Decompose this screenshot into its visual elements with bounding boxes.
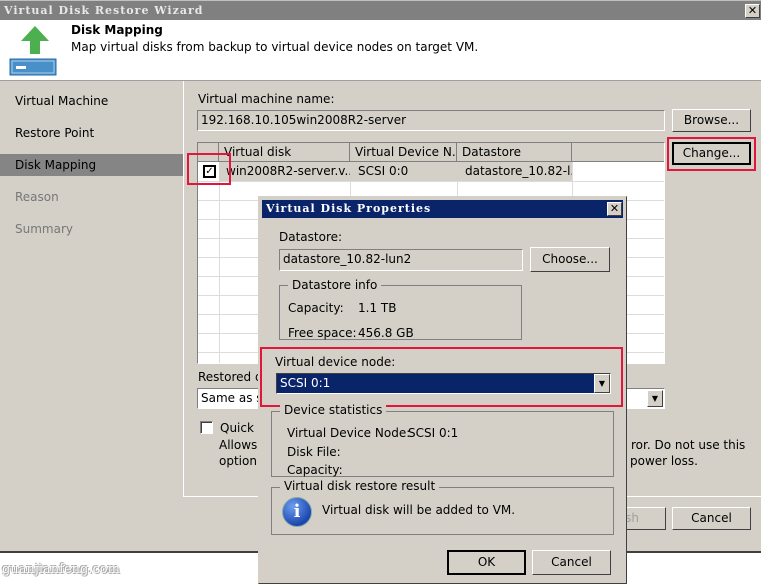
datastore-field[interactable]: datastore_10.82-lun2 (279, 249, 523, 271)
cell-virtual-disk: win2008R2-server.v... (226, 164, 350, 178)
info-icon: i (282, 497, 312, 527)
step-virtual-machine[interactable]: Virtual Machine (0, 90, 183, 112)
cell-datastore: datastore_10.82-l... (465, 164, 572, 178)
step-summary: Summary (15, 222, 73, 236)
device-node-select[interactable]: SCSI 0:1 ▼ (276, 373, 611, 394)
browse-button[interactable]: Browse... (672, 109, 751, 132)
virtual-disk-properties-dialog: Virtual Disk Properties ✕ Datastore: dat… (258, 196, 627, 584)
disk-file-label: Disk File: (287, 445, 341, 459)
close-icon: ✕ (747, 4, 758, 17)
dialog-close-button[interactable]: ✕ (607, 202, 622, 216)
background-area (627, 553, 761, 584)
device-node-stat-label: Virtual Device Node: (287, 426, 411, 440)
step-restore-point[interactable]: Restore Point (0, 122, 183, 144)
quick-rollback-desc-2-right: power loss. (630, 454, 698, 468)
device-statistics-group: Device statistics Virtual Device Node: S… (271, 403, 614, 477)
dialog-title-bar[interactable]: Virtual Disk Properties ✕ (262, 200, 623, 218)
step-reason: Reason (15, 190, 59, 204)
column-header-datastore[interactable]: Datastore (457, 143, 572, 162)
datastore-label: Datastore: (279, 230, 343, 244)
column-header-device-node[interactable]: Virtual Device N... (350, 143, 457, 162)
restore-result-group: Virtual disk restore result i Virtual di… (271, 479, 614, 535)
column-header-check[interactable] (198, 143, 219, 162)
device-node-stat-value: SCSI 0:1 (408, 426, 459, 440)
dialog-cancel-button[interactable]: Cancel (532, 550, 611, 575)
watermark: guanjianfeng.com (2, 562, 120, 577)
free-space-value: 456.8 GB (358, 326, 414, 340)
page-title: Disk Mapping (71, 23, 163, 37)
wizard-close-button[interactable]: ✕ (745, 4, 760, 18)
capacity-value: 1.1 TB (358, 301, 397, 315)
capacity-label: Capacity: (288, 301, 344, 315)
choose-button[interactable]: Choose... (530, 247, 610, 272)
quick-rollback-checkbox[interactable] (200, 421, 213, 434)
column-header-filler (572, 143, 664, 162)
vm-name-label: Virtual machine name: (198, 92, 335, 106)
step-disk-mapping[interactable]: Disk Mapping (0, 154, 183, 176)
wizard-steps-sidebar: Virtual Machine Restore Point Disk Mappi… (0, 81, 184, 496)
datastore-info-group: Datastore info Capacity: 1.1 TB Free spa… (279, 278, 522, 340)
restore-disk-icon (9, 26, 57, 76)
quick-rollback-desc-1-right: ror. Do not use this (631, 438, 746, 452)
dropdown-arrow-icon[interactable]: ▼ (594, 374, 610, 393)
change-button[interactable]: Change... (672, 142, 751, 165)
row-checkbox[interactable]: ✓ (203, 165, 216, 178)
cell-device-node: SCSI 0:0 (358, 164, 409, 178)
restore-result-title: Virtual disk restore result (280, 479, 440, 493)
table-row[interactable]: ✓ win2008R2-server.v... SCSI 0:0 datasto… (198, 162, 572, 181)
stat-capacity-label: Capacity: (287, 463, 343, 477)
wizard-cancel-button[interactable]: Cancel (672, 507, 751, 530)
wizard-header: Disk Mapping Map virtual disks from back… (0, 20, 761, 81)
device-statistics-title: Device statistics (280, 403, 387, 417)
column-header-virtual-disk[interactable]: Virtual disk (219, 143, 350, 162)
close-icon: ✕ (609, 202, 620, 215)
window-bottom-border (0, 551, 260, 553)
page-description: Map virtual disks from backup to virtual… (71, 40, 479, 54)
wizard-title: Virtual Disk Restore Wizard (4, 4, 204, 17)
device-node-value: SCSI 0:1 (280, 376, 331, 390)
quick-rollback-label[interactable]: Quick r (220, 421, 263, 435)
dialog-title: Virtual Disk Properties (266, 202, 432, 215)
dropdown-arrow-icon[interactable]: ▼ (647, 390, 663, 407)
ok-button[interactable]: OK (447, 550, 526, 575)
restore-result-message: Virtual disk will be added to VM. (322, 503, 516, 517)
free-space-label: Free space: (288, 326, 357, 340)
datastore-info-title: Datastore info (288, 278, 382, 292)
wizard-title-bar[interactable]: Virtual Disk Restore Wizard ✕ (0, 0, 761, 20)
device-node-label: Virtual device node: (275, 355, 396, 369)
checkmark-icon: ✓ (205, 166, 214, 177)
vm-name-field[interactable]: 192.168.10.105win2008R2-server (197, 110, 665, 131)
